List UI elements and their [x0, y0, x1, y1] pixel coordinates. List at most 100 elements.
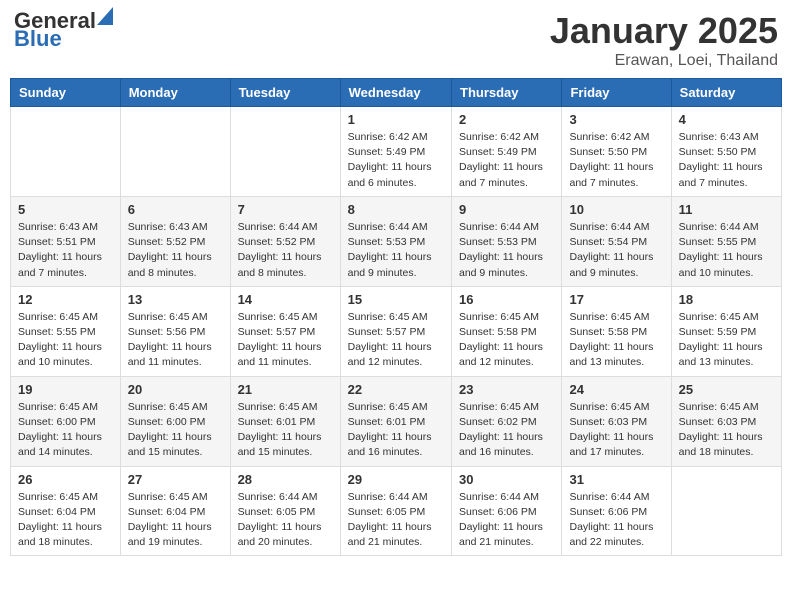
- day-number: 26: [18, 472, 113, 487]
- page-header: General Blue January 2025 Erawan, Loei, …: [10, 10, 782, 70]
- day-number: 20: [128, 382, 223, 397]
- day-number: 15: [348, 292, 444, 307]
- day-number: 22: [348, 382, 444, 397]
- title-area: January 2025 Erawan, Loei, Thailand: [550, 10, 778, 70]
- day-number: 8: [348, 202, 444, 217]
- day-number: 4: [679, 112, 774, 127]
- calendar-cell: 18 Sunrise: 6:45 AM Sunset: 5:59 PM Dayli…: [671, 286, 781, 376]
- calendar-cell: 25Sunrise: 6:45 AM Sunset: 6:03 PM Dayli…: [671, 376, 781, 466]
- day-info: Sunrise: 6:43 AM Sunset: 5:52 PM Dayligh…: [128, 220, 223, 281]
- calendar-cell: 10 Sunrise: 6:44 AM Sunset: 5:54 PM Dayli…: [562, 196, 671, 286]
- day-info: Sunrise: 6:44 AM Sunset: 5:55 PM Dayligh…: [679, 220, 774, 281]
- calendar-week-5: 26 Sunrise: 6:45 AM Sunset: 6:04 PM Dayli…: [11, 466, 782, 556]
- calendar-cell: 30 Sunrise: 6:44 AM Sunset: 6:06 PM Dayli…: [452, 466, 562, 556]
- day-info: Sunrise: 6:45 AM Sunset: 5:55 PM Dayligh…: [18, 310, 113, 371]
- day-info: Sunrise: 6:45 AM Sunset: 6:00 PM Dayligh…: [128, 400, 223, 461]
- day-info: Sunrise: 6:42 AM Sunset: 5:50 PM Dayligh…: [569, 130, 663, 191]
- calendar-cell: 8 Sunrise: 6:44 AM Sunset: 5:53 PM Daylig…: [340, 196, 451, 286]
- day-number: 11: [679, 202, 774, 217]
- day-info: Sunrise: 6:45 AM Sunset: 5:57 PM Dayligh…: [238, 310, 333, 371]
- calendar-cell: 2 Sunrise: 6:42 AM Sunset: 5:49 PM Daylig…: [452, 107, 562, 197]
- day-number: 5: [18, 202, 113, 217]
- calendar-cell: 11 Sunrise: 6:44 AM Sunset: 5:55 PM Dayli…: [671, 196, 781, 286]
- col-header-saturday: Saturday: [671, 79, 781, 107]
- day-info: Sunrise: 6:42 AM Sunset: 5:49 PM Dayligh…: [348, 130, 444, 191]
- calendar-cell: 24Sunrise: 6:45 AM Sunset: 6:03 PM Dayli…: [562, 376, 671, 466]
- day-number: 12: [18, 292, 113, 307]
- day-number: 9: [459, 202, 554, 217]
- logo: General Blue: [14, 10, 113, 50]
- day-info: Sunrise: 6:45 AM Sunset: 5:58 PM Dayligh…: [569, 310, 663, 371]
- calendar-cell: 28 Sunrise: 6:44 AM Sunset: 6:05 PM Dayli…: [230, 466, 340, 556]
- col-header-sunday: Sunday: [11, 79, 121, 107]
- day-info: Sunrise: 6:44 AM Sunset: 6:05 PM Dayligh…: [238, 490, 333, 551]
- day-info: Sunrise: 6:44 AM Sunset: 5:53 PM Dayligh…: [348, 220, 444, 281]
- calendar-cell: 31 Sunrise: 6:44 AM Sunset: 6:06 PM Dayli…: [562, 466, 671, 556]
- day-number: 21: [238, 382, 333, 397]
- calendar-week-2: 5 Sunrise: 6:43 AM Sunset: 5:51 PM Daylig…: [11, 196, 782, 286]
- calendar-cell: 7 Sunrise: 6:44 AM Sunset: 5:52 PM Daylig…: [230, 196, 340, 286]
- day-info: Sunrise: 6:45 AM Sunset: 6:02 PM Dayligh…: [459, 400, 554, 461]
- calendar-cell: 23 Sunrise: 6:45 AM Sunset: 6:02 PM Dayli…: [452, 376, 562, 466]
- day-info: Sunrise: 6:44 AM Sunset: 5:54 PM Dayligh…: [569, 220, 663, 281]
- day-info: Sunrise: 6:45 AM Sunset: 6:04 PM Dayligh…: [18, 490, 113, 551]
- calendar-table: SundayMondayTuesdayWednesdayThursdayFrid…: [10, 78, 782, 556]
- day-number: 1: [348, 112, 444, 127]
- calendar-cell: [671, 466, 781, 556]
- logo-blue-text: Blue: [14, 28, 113, 50]
- day-info: Sunrise: 6:45 AM Sunset: 6:04 PM Dayligh…: [128, 490, 223, 551]
- day-number: 18: [679, 292, 774, 307]
- day-info: Sunrise: 6:43 AM Sunset: 5:51 PM Dayligh…: [18, 220, 113, 281]
- day-info: Sunrise: 6:45 AM Sunset: 6:03 PM Dayligh…: [679, 400, 774, 461]
- day-number: 17: [569, 292, 663, 307]
- day-number: 30: [459, 472, 554, 487]
- calendar-cell: [11, 107, 121, 197]
- day-number: 14: [238, 292, 333, 307]
- calendar-cell: 5 Sunrise: 6:43 AM Sunset: 5:51 PM Daylig…: [11, 196, 121, 286]
- calendar-cell: 15 Sunrise: 6:45 AM Sunset: 5:57 PM Dayli…: [340, 286, 451, 376]
- day-info: Sunrise: 6:45 AM Sunset: 5:59 PM Dayligh…: [679, 310, 774, 371]
- day-number: 31: [569, 472, 663, 487]
- location-text: Erawan, Loei, Thailand: [550, 52, 778, 70]
- day-number: 6: [128, 202, 223, 217]
- calendar-cell: 26 Sunrise: 6:45 AM Sunset: 6:04 PM Dayli…: [11, 466, 121, 556]
- day-info: Sunrise: 6:44 AM Sunset: 6:05 PM Dayligh…: [348, 490, 444, 551]
- calendar-cell: 20 Sunrise: 6:45 AM Sunset: 6:00 PM Dayli…: [120, 376, 230, 466]
- month-title: January 2025: [550, 10, 778, 52]
- calendar-cell: 4Sunrise: 6:43 AM Sunset: 5:50 PM Daylig…: [671, 107, 781, 197]
- day-info: Sunrise: 6:44 AM Sunset: 6:06 PM Dayligh…: [459, 490, 554, 551]
- calendar-cell: 12 Sunrise: 6:45 AM Sunset: 5:55 PM Dayli…: [11, 286, 121, 376]
- calendar-week-3: 12 Sunrise: 6:45 AM Sunset: 5:55 PM Dayli…: [11, 286, 782, 376]
- day-number: 23: [459, 382, 554, 397]
- day-number: 7: [238, 202, 333, 217]
- day-number: 29: [348, 472, 444, 487]
- calendar-cell: 27 Sunrise: 6:45 AM Sunset: 6:04 PM Dayli…: [120, 466, 230, 556]
- calendar-cell: 9 Sunrise: 6:44 AM Sunset: 5:53 PM Daylig…: [452, 196, 562, 286]
- col-header-tuesday: Tuesday: [230, 79, 340, 107]
- calendar-cell: 29 Sunrise: 6:44 AM Sunset: 6:05 PM Dayli…: [340, 466, 451, 556]
- day-number: 2: [459, 112, 554, 127]
- col-header-wednesday: Wednesday: [340, 79, 451, 107]
- day-info: Sunrise: 6:45 AM Sunset: 5:56 PM Dayligh…: [128, 310, 223, 371]
- day-number: 19: [18, 382, 113, 397]
- day-number: 27: [128, 472, 223, 487]
- calendar-cell: [230, 107, 340, 197]
- day-number: 28: [238, 472, 333, 487]
- day-info: Sunrise: 6:45 AM Sunset: 5:58 PM Dayligh…: [459, 310, 554, 371]
- day-info: Sunrise: 6:44 AM Sunset: 6:06 PM Dayligh…: [569, 490, 663, 551]
- day-number: 10: [569, 202, 663, 217]
- day-info: Sunrise: 6:44 AM Sunset: 5:53 PM Dayligh…: [459, 220, 554, 281]
- day-info: Sunrise: 6:45 AM Sunset: 6:01 PM Dayligh…: [348, 400, 444, 461]
- day-info: Sunrise: 6:45 AM Sunset: 6:00 PM Dayligh…: [18, 400, 113, 461]
- col-header-friday: Friday: [562, 79, 671, 107]
- calendar-cell: 21Sunrise: 6:45 AM Sunset: 6:01 PM Dayli…: [230, 376, 340, 466]
- day-info: Sunrise: 6:45 AM Sunset: 5:57 PM Dayligh…: [348, 310, 444, 371]
- calendar-cell: 16Sunrise: 6:45 AM Sunset: 5:58 PM Dayli…: [452, 286, 562, 376]
- calendar-header-row: SundayMondayTuesdayWednesdayThursdayFrid…: [11, 79, 782, 107]
- calendar-week-1: 1 Sunrise: 6:42 AM Sunset: 5:49 PM Daylig…: [11, 107, 782, 197]
- day-info: Sunrise: 6:42 AM Sunset: 5:49 PM Dayligh…: [459, 130, 554, 191]
- day-info: Sunrise: 6:44 AM Sunset: 5:52 PM Dayligh…: [238, 220, 333, 281]
- day-number: 3: [569, 112, 663, 127]
- col-header-thursday: Thursday: [452, 79, 562, 107]
- calendar-cell: 22 Sunrise: 6:45 AM Sunset: 6:01 PM Dayli…: [340, 376, 451, 466]
